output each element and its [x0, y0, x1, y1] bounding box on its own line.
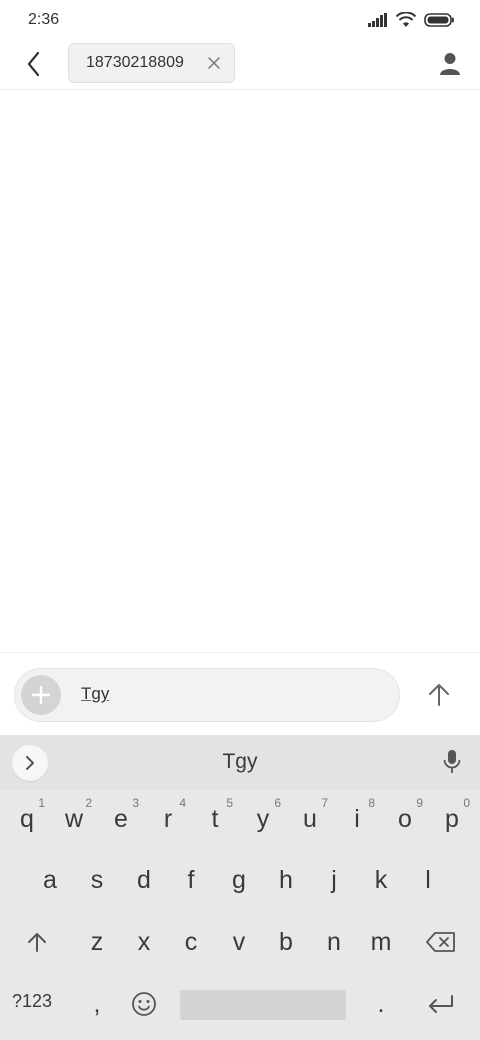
key-z[interactable]: z — [74, 913, 120, 971]
key-r[interactable]: r4 — [145, 790, 191, 848]
key-h[interactable]: h — [263, 851, 309, 909]
emoji-key[interactable] — [121, 975, 167, 1033]
signal-icon — [368, 13, 387, 27]
chevron-left-icon — [27, 51, 40, 77]
period-key[interactable]: . — [358, 975, 404, 1033]
enter-key[interactable] — [418, 975, 464, 1033]
key-c[interactable]: c — [168, 913, 214, 971]
key-t[interactable]: t5 — [192, 790, 238, 848]
backspace-icon — [426, 932, 455, 952]
key-k[interactable]: k — [358, 851, 404, 909]
key-o[interactable]: o9 — [382, 790, 428, 848]
key-j[interactable]: j — [311, 851, 357, 909]
comma-key[interactable]: , — [74, 975, 120, 1033]
status-time: 2:36 — [28, 11, 60, 28]
status-bar: 2:36 — [0, 0, 480, 40]
close-icon[interactable] — [206, 55, 222, 71]
wifi-icon — [396, 12, 416, 27]
key-l[interactable]: l — [405, 851, 451, 909]
voice-input-button[interactable] — [438, 747, 466, 777]
key-n[interactable]: n — [311, 913, 357, 971]
recipient-number: 18730218809 — [86, 54, 184, 71]
keyboard: Tgy q1 w2 e3 r4 t5 y6 u7 i8 o9 p0 a s d … — [0, 735, 480, 1040]
suggestion-word[interactable]: Tgy — [0, 750, 480, 774]
key-y[interactable]: y6 — [240, 790, 286, 848]
person-icon — [440, 53, 460, 75]
plus-icon — [31, 685, 51, 705]
microphone-icon — [443, 750, 461, 773]
key-g[interactable]: g — [216, 851, 262, 909]
key-i[interactable]: i8 — [334, 790, 380, 848]
key-q[interactable]: q1 — [4, 790, 50, 848]
message-input[interactable]: Tgy — [14, 668, 400, 722]
key-m[interactable]: m — [358, 913, 404, 971]
key-x[interactable]: x — [121, 913, 167, 971]
shift-icon — [28, 933, 46, 952]
conversation-header: 18730218809 — [0, 40, 480, 90]
symbols-key[interactable]: ?123 — [12, 991, 52, 1012]
suggestion-bar: Tgy — [0, 735, 480, 790]
key-v[interactable]: v — [216, 913, 262, 971]
key-p[interactable]: p0 — [429, 790, 475, 848]
recipient-chip[interactable]: 18730218809 — [68, 43, 235, 83]
enter-icon — [429, 995, 453, 1013]
message-input-text: Tgy — [81, 684, 110, 703]
key-d[interactable]: d — [121, 851, 167, 909]
backspace-key[interactable] — [418, 913, 464, 971]
key-b[interactable]: b — [263, 913, 309, 971]
key-a[interactable]: a — [27, 851, 73, 909]
status-icons — [368, 12, 454, 28]
key-u[interactable]: u7 — [287, 790, 333, 848]
composer: Tgy — [0, 652, 480, 735]
back-button[interactable] — [18, 48, 50, 80]
contact-button[interactable] — [434, 48, 466, 80]
attach-button[interactable] — [21, 675, 61, 715]
key-f[interactable]: f — [168, 851, 214, 909]
arrow-up-icon — [429, 684, 449, 706]
send-button[interactable] — [422, 678, 456, 712]
key-s[interactable]: s — [74, 851, 120, 909]
key-e[interactable]: e3 — [98, 790, 144, 848]
key-w[interactable]: w2 — [51, 790, 97, 848]
battery-icon — [424, 13, 454, 27]
message-list[interactable] — [0, 91, 480, 652]
emoji-icon — [132, 992, 156, 1016]
space-key[interactable] — [180, 990, 346, 1020]
shift-key[interactable] — [14, 913, 60, 971]
